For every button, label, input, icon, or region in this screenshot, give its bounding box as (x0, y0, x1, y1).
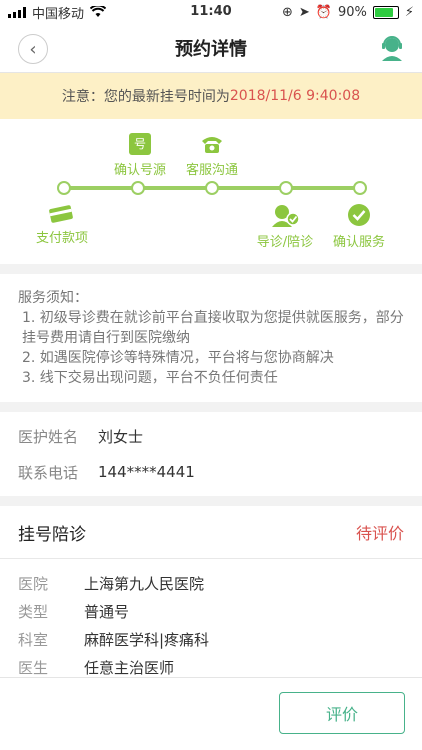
progress-dot-3 (205, 181, 219, 195)
detail-label: 科室 (18, 630, 49, 649)
page-title: 预约详情 (175, 39, 247, 60)
notice-datetime: 2018/11/6 9:40:08 (229, 88, 361, 104)
step-label: 客服沟通 (185, 163, 238, 178)
detail-value: 上海第九人民医院 (84, 574, 205, 593)
detail-label: 医院 (18, 574, 49, 593)
order-title: 挂号陪诊 (18, 524, 86, 545)
step-payment: 支付款项 (30, 203, 94, 246)
status-badge: 待评价 (355, 524, 404, 543)
phone-row: 联系电话 144****4441 (0, 454, 422, 490)
order-card: 挂号陪诊 待评价 医院 上海第九人民医院 类型 普通号 科室 麻醉医学科|疼痛科… (0, 506, 422, 691)
detail-value: 麻醉医学科|疼痛科 (84, 630, 210, 649)
latest-time-notice: 注意：您的最新挂号时间为 2018/11/6 9:40:08 (0, 73, 422, 119)
order-card-header: 挂号陪诊 待评价 (0, 506, 422, 559)
step-label: 支付款项 (35, 231, 88, 246)
progress-dot-1 (57, 181, 71, 195)
staff-name-row: 医护姓名 刘女士 (0, 418, 422, 454)
notes-item: 3. 线下交易出现问题，平台不负任何责任 (22, 370, 278, 386)
detail-label: 医生 (18, 658, 49, 677)
alarm-icon: ⏰ (315, 4, 332, 20)
nurse-icon (272, 205, 300, 227)
step-label: 确认服务 (332, 235, 385, 250)
detail-row-department: 科室 麻醉医学科|疼痛科 (0, 625, 422, 653)
notice-prefix: 注意：您的最新挂号时间为 (61, 89, 230, 105)
phone-icon (202, 137, 222, 153)
step-label: 确认号源 (113, 163, 166, 178)
progress-dot-4 (279, 181, 293, 195)
notes-item: 2. 如遇医院停诊等特殊情况，平台将与您协商解决 (22, 350, 334, 366)
detail-label: 类型 (18, 602, 49, 621)
service-notes: 服务须知： 1. 初级导诊费在就诊前平台直接收取为您提供就医服务，部分挂号费用请… (0, 274, 422, 402)
ticket-icon: 号 (129, 133, 151, 155)
detail-row-type: 类型 普通号 (0, 597, 422, 625)
charging-icon: ⚡ (404, 4, 414, 20)
rate-button[interactable]: 评价 (279, 692, 405, 734)
detail-row-hospital: 医院 上海第九人民医院 (0, 569, 422, 597)
card-icon (49, 205, 73, 223)
step-label: 导诊/陪诊 (256, 235, 314, 250)
wifi-icon (90, 6, 107, 17)
progress-dot-5 (353, 181, 367, 195)
back-button[interactable]: ‹ (18, 34, 48, 64)
chevron-left-icon: ‹ (29, 38, 37, 60)
progress-dot-2 (131, 181, 145, 195)
notes-item: 1. 初级导诊费在就诊前平台直接收取为您提供就医服务，部分挂号费用请自行到医院缴… (22, 310, 404, 346)
battery-icon (372, 5, 399, 19)
notes-title: 服务须知： (18, 290, 88, 306)
step-confirm-source: 号 确认号源 (108, 133, 172, 178)
bottom-action-bar: 评价 (0, 677, 422, 750)
location-icon: ➤ (298, 4, 310, 20)
phone-label: 联系电话 (18, 463, 79, 482)
step-guide-accompany: 导诊/陪诊 (250, 203, 320, 250)
carrier-name: 中国移动 (32, 6, 85, 22)
step-customer-service: 客服沟通 (180, 133, 244, 178)
service-progress: 号 确认号源 客服沟通 支付款项 导诊/陪诊 确认服务 (0, 119, 422, 264)
detail-value: 普通号 (84, 602, 130, 621)
staff-name-value: 刘女士 (98, 427, 144, 446)
check-circle-icon (348, 204, 370, 226)
phone-value[interactable]: 144****4441 (98, 463, 195, 481)
signal-icon (8, 6, 26, 18)
nav-bar: ‹ 预约详情 (0, 24, 422, 73)
customer-service-icon[interactable] (378, 34, 406, 62)
staff-name-label: 医护姓名 (18, 427, 79, 446)
contact-info: 医护姓名 刘女士 联系电话 144****4441 (0, 412, 422, 496)
step-confirm-service: 确认服务 (326, 203, 392, 250)
status-bar: 中国移动 11:40 ⊕ ➤ ⏰ 90% ⚡ (0, 0, 422, 24)
battery-percent: 90% (337, 4, 367, 20)
detail-value: 任意主治医师 (84, 658, 175, 677)
rotation-lock-icon: ⊕ (281, 4, 293, 20)
